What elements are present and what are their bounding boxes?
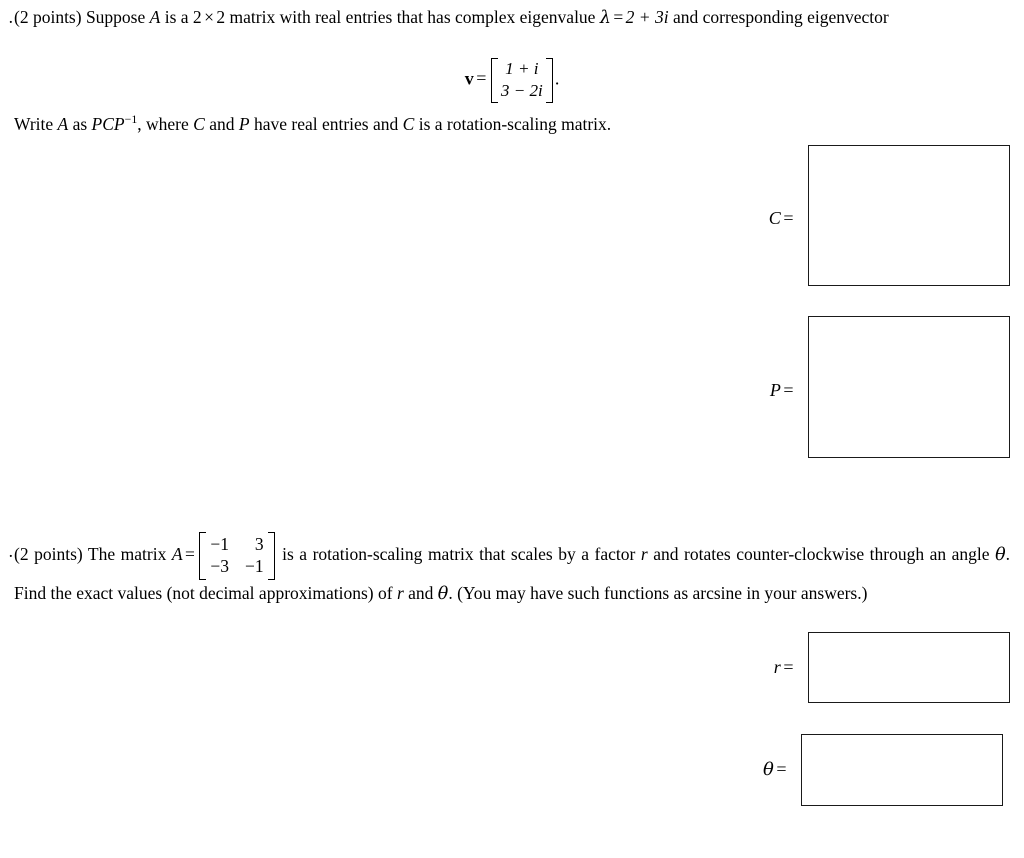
matrix-cell-r2c2: −1 <box>244 556 264 577</box>
problem-1-text-is-a: is a <box>160 7 193 27</box>
problem-2-matrix: −1 3 −3 −1 <box>199 532 275 580</box>
answer-C-equals: = <box>783 208 794 228</box>
eigenvector-entry-1: 1 + i <box>505 59 539 78</box>
problem-2-points-prefix: (2 points) The matrix <box>14 543 172 564</box>
times-symbol: × <box>204 7 214 27</box>
answer-P-variable: P <box>769 380 781 400</box>
matrix-cell-r1c1: −1 <box>210 534 229 554</box>
problem-1-text-matrix-real: matrix with real entries that has comple… <box>225 7 600 27</box>
equals-symbol-2: = <box>185 543 195 564</box>
answer-theta-equals: = <box>776 759 787 779</box>
eigenvector-matrix: 1 + i 3 − 2i <box>490 58 553 103</box>
answer-label-r: r = <box>700 657 796 678</box>
factorization-exponent: −1 <box>124 112 138 126</box>
instruction-write-prefix: Write <box>14 113 58 134</box>
problem-2: . (2 points) The matrix A = −1 3 −3 −1 is a r… <box>0 532 1024 608</box>
matrix-cell-r1c2: 3 <box>254 534 264 554</box>
answer-box-P[interactable] <box>808 316 1010 458</box>
problem-1-list-marker: . <box>8 7 13 27</box>
problem-1-text-eigenvector: and corresponding eigenvector <box>668 7 889 27</box>
problem-2-var-r2: r <box>396 582 404 603</box>
problem-1-statement: (2 points) Suppose A is a 2 × 2 matrix wit… <box>14 4 1010 32</box>
instruction-var-C2: C <box>402 113 415 134</box>
answer-C-variable: C <box>768 208 781 228</box>
eigenvector-trailing-period: . <box>554 68 560 89</box>
problem-2-text-and: and <box>403 582 438 603</box>
equals-symbol-vector: = <box>476 68 487 89</box>
instruction-real-entries-text: have real entries and <box>249 113 403 134</box>
answer-box-C[interactable] <box>808 145 1010 286</box>
problem-1-var-A: A <box>149 7 161 27</box>
eigenvector-entry-2: 3 − 2i <box>500 80 543 100</box>
instruction-where-text: , where <box>137 113 194 134</box>
factorization-pcp: PCP <box>91 113 125 134</box>
instruction-var-C: C <box>193 113 205 134</box>
problem-2-var-r: r <box>640 543 648 564</box>
answer-r-equals: = <box>783 657 794 677</box>
problem-1-eigenvalue-value: 2 + 3i <box>625 7 669 27</box>
problem-1-dim-rows: 2 <box>192 7 202 27</box>
problem-1-points-prefix: (2 points) Suppose <box>14 7 150 27</box>
answer-label-P: P = <box>700 380 796 401</box>
problem-2-text-arcsine-note: . (You may have such functions as arcsin… <box>448 582 868 603</box>
eigenvector-display-equation: v = 1 + i 3 − 2i. <box>0 58 1024 103</box>
answer-theta-variable: θ <box>762 759 774 780</box>
instruction-and-text: and <box>204 113 239 134</box>
instruction-as-text: as <box>68 113 92 134</box>
instruction-rotation-scaling-text: is a rotation-scaling matrix. <box>414 113 612 134</box>
answer-label-C: C = <box>700 208 796 229</box>
answer-box-theta[interactable] <box>801 734 1003 806</box>
problem-1-dim-cols: 2 <box>216 7 226 27</box>
problem-1-instruction-text: Write A as PCP−1, where C and P have rea… <box>14 106 1010 138</box>
problem-2-list-marker: . <box>8 541 13 561</box>
instruction-var-A: A <box>57 113 69 134</box>
vector-v-label: v <box>464 68 474 89</box>
answer-r-variable: r <box>773 657 781 677</box>
theta-symbol-2: θ <box>437 583 449 604</box>
problem-1-instruction: Write A as PCP−1, where C and P have rea… <box>0 106 1024 138</box>
answer-box-r[interactable] <box>808 632 1010 703</box>
instruction-var-P: P <box>238 113 250 134</box>
lambda-symbol: λ <box>599 8 611 28</box>
theta-symbol-1: θ <box>995 544 1006 565</box>
problem-2-var-A: A <box>171 543 183 564</box>
answer-P-equals: = <box>783 380 794 400</box>
problem-2-text-scales-by: is a rotation-scaling matrix that scales… <box>276 543 641 564</box>
problem-2-statement: (2 points) The matrix A = −1 3 −3 −1 is a rot… <box>14 532 1010 608</box>
answer-label-theta: θ = <box>693 759 789 780</box>
problem-2-text-rotates: and rotates counter-clockwise through an… <box>647 543 996 564</box>
matrix-cell-r2c1: −3 <box>210 556 229 577</box>
problem-1: . (2 points) Suppose A is a 2 × 2 matrix w… <box>0 4 1024 32</box>
equals-symbol-1: = <box>613 7 624 27</box>
